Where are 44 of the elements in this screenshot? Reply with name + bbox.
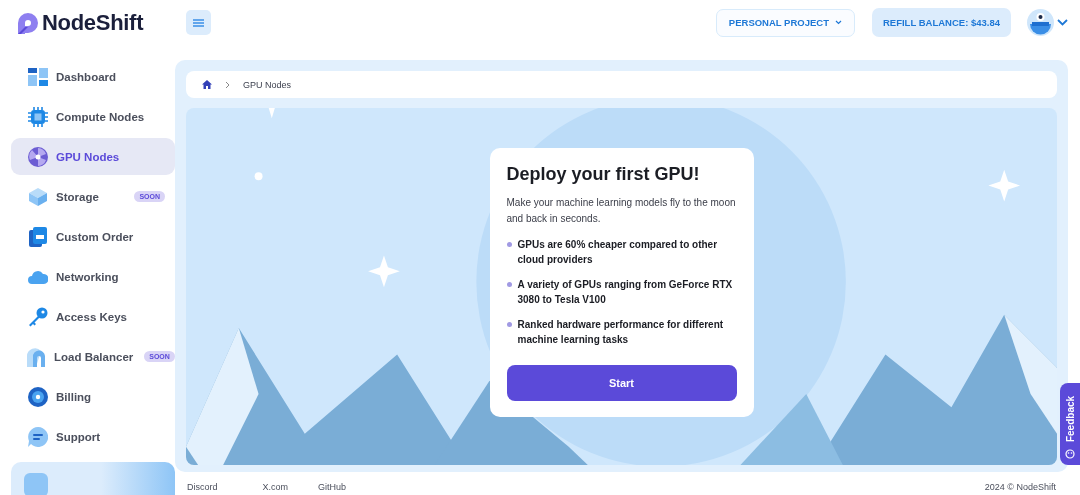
avatar-icon [1027, 9, 1054, 36]
chevron-down-icon [1057, 19, 1068, 26]
document-icon [29, 226, 47, 247]
key-icon [28, 306, 48, 327]
chevron-right-icon [225, 80, 230, 89]
feature-text: A variety of GPUs ranging from GeForce RTX 3080 to Tesla V100 [517, 278, 734, 307]
copyright-text: 2024 © NodeShift [984, 482, 1056, 492]
home-icon[interactable] [202, 80, 212, 89]
start-button[interactable]: Start [506, 365, 737, 401]
arch-icon [27, 346, 47, 367]
dashboard-icon [28, 67, 48, 86]
footer-link[interactable]: GitHub [318, 482, 347, 492]
refill-balance-button[interactable]: REFILL BALANCE: $43.84 [872, 8, 1011, 37]
account-menu[interactable] [1027, 9, 1068, 36]
fan-icon [28, 146, 48, 167]
cube-icon [28, 186, 48, 207]
menu-icon [193, 18, 204, 27]
footer-link[interactable]: Discord [187, 482, 218, 492]
card-description: Make your machine learning models fly to the moon and back in seconds. [506, 196, 737, 226]
bullet-dot [506, 282, 512, 287]
breadcrumb-item: GPU Nodes [243, 79, 292, 90]
feature-text: GPUs are 60% cheaper compared to other cloud providers [517, 238, 719, 267]
sidebar-item[interactable]: Access Keys [11, 298, 175, 335]
billing-icon [28, 386, 48, 407]
feedback-tab[interactable]: Feedback [1060, 383, 1080, 465]
sidebar-item[interactable]: Networking [11, 258, 175, 295]
bullet-dot [506, 242, 512, 247]
sidebar-item[interactable]: Support [11, 418, 175, 455]
bullet-dot [506, 322, 512, 327]
logo-icon [16, 11, 38, 34]
footer-link[interactable]: X.com [262, 482, 289, 492]
sidebar-item[interactable]: Custom Order [11, 218, 175, 255]
smiley-icon [1065, 449, 1075, 459]
brand-name: NodeShift [42, 9, 144, 36]
cloud-icon [28, 269, 48, 284]
sidebar-item[interactable]: Compute Nodes [11, 98, 175, 135]
card-title: Deploy your first GPU! [506, 164, 701, 185]
sidebar-item[interactable]: GPU Nodes [11, 138, 175, 175]
project-dropdown[interactable]: PERSONAL PROJECT [715, 8, 855, 37]
chip-icon [28, 106, 48, 127]
sidebar-item[interactable]: Dashboard [11, 58, 175, 95]
chevron-down-icon [835, 20, 842, 25]
feature-text: Ranked hardware performance for different machine learning tasks [517, 318, 725, 347]
sidebar-item[interactable]: Billing [11, 378, 175, 415]
